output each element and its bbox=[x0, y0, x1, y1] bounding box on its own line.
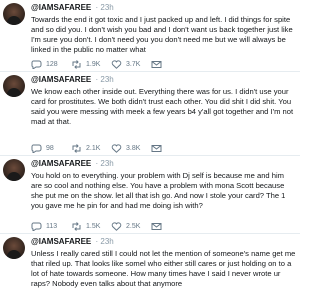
message-button[interactable] bbox=[151, 144, 165, 153]
reply-count: 128 bbox=[46, 61, 58, 68]
retweet-icon bbox=[71, 222, 82, 231]
tweet-2[interactable]: @IAMSAFAREE · 23h We know each other ins… bbox=[0, 72, 300, 156]
reply-count: 113 bbox=[46, 223, 58, 230]
tweet-header: @IAMSAFAREE · 23h bbox=[31, 3, 114, 13]
retweet-count: 2.1K bbox=[86, 145, 101, 152]
message-icon bbox=[151, 144, 162, 153]
reply-button[interactable]: 128 bbox=[31, 60, 71, 69]
message-button[interactable] bbox=[151, 60, 165, 69]
like-count: 3.8K bbox=[126, 145, 141, 152]
user-handle[interactable]: @IAMSAFAREE bbox=[31, 3, 91, 12]
like-icon bbox=[111, 222, 122, 231]
avatar[interactable] bbox=[3, 159, 25, 181]
tweet-3[interactable]: @IAMSAFAREE · 23h You hold on to everyth… bbox=[0, 156, 300, 234]
timestamp[interactable]: · 23h bbox=[95, 3, 113, 12]
retweet-button[interactable]: 2.1K bbox=[71, 144, 111, 153]
tweet-1[interactable]: @IAMSAFAREE · 23h Towards the end it got… bbox=[0, 0, 300, 72]
reply-icon bbox=[31, 144, 42, 153]
reply-button[interactable]: 113 bbox=[31, 222, 71, 231]
tweet-actions: 113 1.5K 2.5K bbox=[31, 222, 165, 231]
retweet-icon bbox=[71, 144, 82, 153]
like-count: 3.7K bbox=[126, 61, 141, 68]
avatar[interactable] bbox=[3, 3, 25, 25]
like-button[interactable]: 3.7K bbox=[111, 60, 151, 69]
tweet-text: You hold on to everything. your problem … bbox=[31, 171, 286, 210]
tweet-actions: 128 1.9K 3.7K bbox=[31, 60, 165, 69]
reply-icon bbox=[31, 60, 42, 69]
tweet-text: We know each other inside out. Everythin… bbox=[31, 87, 294, 126]
tweet-4[interactable]: @IAMSAFAREE · 23h Unless I really cared … bbox=[0, 234, 300, 289]
reply-count: 98 bbox=[46, 145, 54, 152]
avatar[interactable] bbox=[3, 75, 25, 97]
tweet-actions: 98 2.1K 3.8K bbox=[31, 144, 165, 153]
message-button[interactable] bbox=[151, 222, 165, 231]
retweet-icon bbox=[71, 60, 82, 69]
user-handle[interactable]: @IAMSAFAREE bbox=[31, 237, 91, 246]
like-button[interactable]: 2.5K bbox=[111, 222, 151, 231]
like-icon bbox=[111, 144, 122, 153]
reply-button[interactable]: 98 bbox=[31, 144, 71, 153]
message-icon bbox=[151, 222, 162, 231]
retweet-count: 1.9K bbox=[86, 61, 101, 68]
user-handle[interactable]: @IAMSAFAREE bbox=[31, 75, 91, 84]
like-icon bbox=[111, 60, 122, 69]
tweet-text: Towards the end it got toxic and I just … bbox=[31, 15, 293, 54]
tweet-header: @IAMSAFAREE · 23h bbox=[31, 75, 114, 85]
tweet-text: Unless I really cared still I could not … bbox=[31, 249, 296, 288]
avatar[interactable] bbox=[3, 237, 25, 259]
like-button[interactable]: 3.8K bbox=[111, 144, 151, 153]
timestamp[interactable]: · 23h bbox=[95, 75, 113, 84]
retweet-count: 1.5K bbox=[86, 223, 101, 230]
retweet-button[interactable]: 1.9K bbox=[71, 60, 111, 69]
reply-icon bbox=[31, 222, 42, 231]
message-icon bbox=[151, 60, 162, 69]
retweet-button[interactable]: 1.5K bbox=[71, 222, 111, 231]
tweet-feed: @IAMSAFAREE · 23h Towards the end it got… bbox=[0, 0, 300, 289]
tweet-header: @IAMSAFAREE · 23h bbox=[31, 159, 114, 169]
tweet-header: @IAMSAFAREE · 23h bbox=[31, 237, 114, 247]
user-handle[interactable]: @IAMSAFAREE bbox=[31, 159, 91, 168]
like-count: 2.5K bbox=[126, 223, 141, 230]
timestamp[interactable]: · 23h bbox=[95, 237, 113, 246]
timestamp[interactable]: · 23h bbox=[95, 159, 113, 168]
